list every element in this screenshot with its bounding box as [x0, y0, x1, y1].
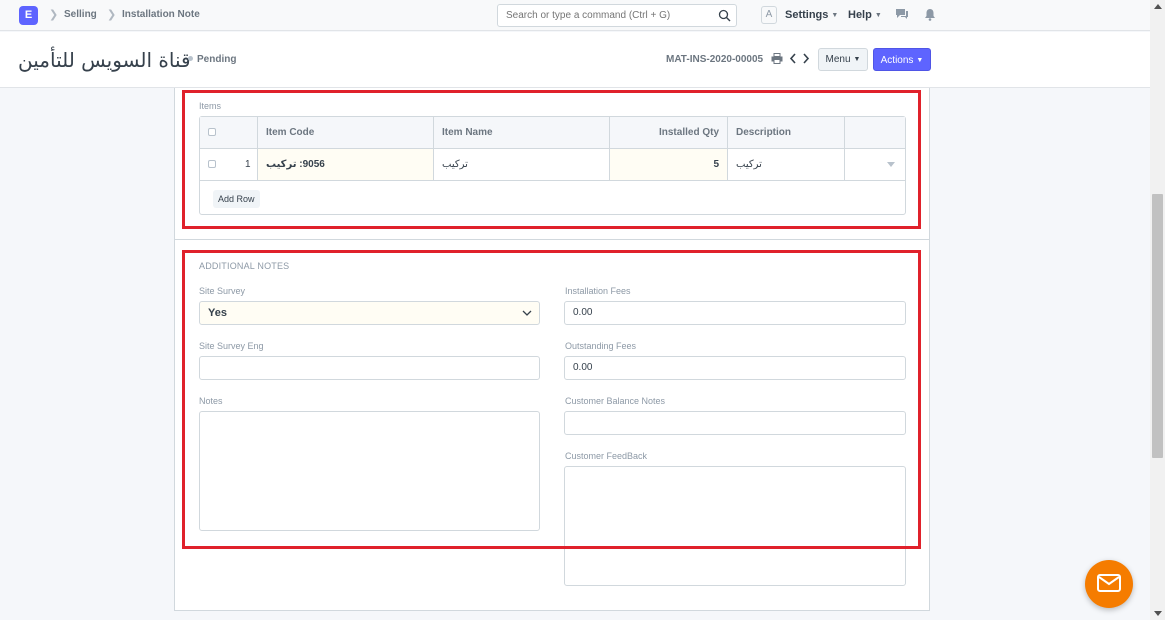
status-text: Pending: [197, 54, 237, 65]
caret-down-icon: ▼: [831, 12, 839, 19]
search-input[interactable]: [498, 5, 708, 26]
caret-down-icon: ▼: [916, 57, 924, 64]
chevron-left-icon[interactable]: [789, 53, 797, 64]
status-dot-icon: [188, 56, 193, 61]
search-icon[interactable]: [718, 9, 731, 22]
app-logo[interactable]: E: [19, 6, 38, 25]
settings-label: Settings: [785, 9, 829, 21]
menu-button[interactable]: Menu ▼: [818, 48, 868, 71]
chevron-right-icon[interactable]: [802, 53, 810, 64]
status-badge: Pending: [188, 54, 236, 65]
caret-down-icon: ▼: [874, 12, 882, 19]
document-id: MAT-INS-2020-00005: [666, 54, 764, 65]
bell-icon[interactable]: [924, 8, 936, 21]
highlight-box-items: [182, 90, 921, 229]
breadcrumb-separator-icon: ❯: [49, 9, 59, 21]
user-avatar[interactable]: A: [761, 6, 777, 24]
breadcrumb-selling[interactable]: Selling: [64, 9, 97, 20]
page-scrollbar[interactable]: [1150, 0, 1165, 620]
settings-menu[interactable]: Settings ▼: [785, 9, 838, 21]
scroll-down-icon[interactable]: [1154, 611, 1162, 616]
actions-button[interactable]: Actions ▼: [873, 48, 931, 71]
actions-label: Actions: [880, 55, 914, 66]
caret-down-icon: ▼: [853, 56, 861, 63]
breadcrumb-installation-note[interactable]: Installation Note: [122, 9, 200, 20]
help-label: Help: [848, 9, 872, 21]
mail-icon: [1097, 574, 1121, 592]
highlight-box-additional-notes: [182, 250, 921, 549]
menu-label: Menu: [825, 54, 851, 65]
search-box: [497, 4, 737, 27]
chat-button[interactable]: [1085, 560, 1133, 608]
printer-icon[interactable]: [771, 53, 783, 64]
navbar: E ❯ Selling ❯ Installation Note A Settin…: [0, 0, 1150, 31]
section-divider: [174, 239, 930, 240]
page-head: قناة السويس للتأمين Pending MAT-INS-2020…: [0, 32, 1150, 88]
page-title: قناة السويس للتأمين: [18, 48, 191, 72]
scroll-up-icon[interactable]: [1154, 4, 1162, 9]
help-menu[interactable]: Help ▼: [848, 9, 882, 21]
comment-icon[interactable]: [895, 8, 909, 21]
scrollbar-thumb[interactable]: [1152, 194, 1163, 458]
breadcrumb-separator-icon: ❯: [107, 9, 117, 21]
